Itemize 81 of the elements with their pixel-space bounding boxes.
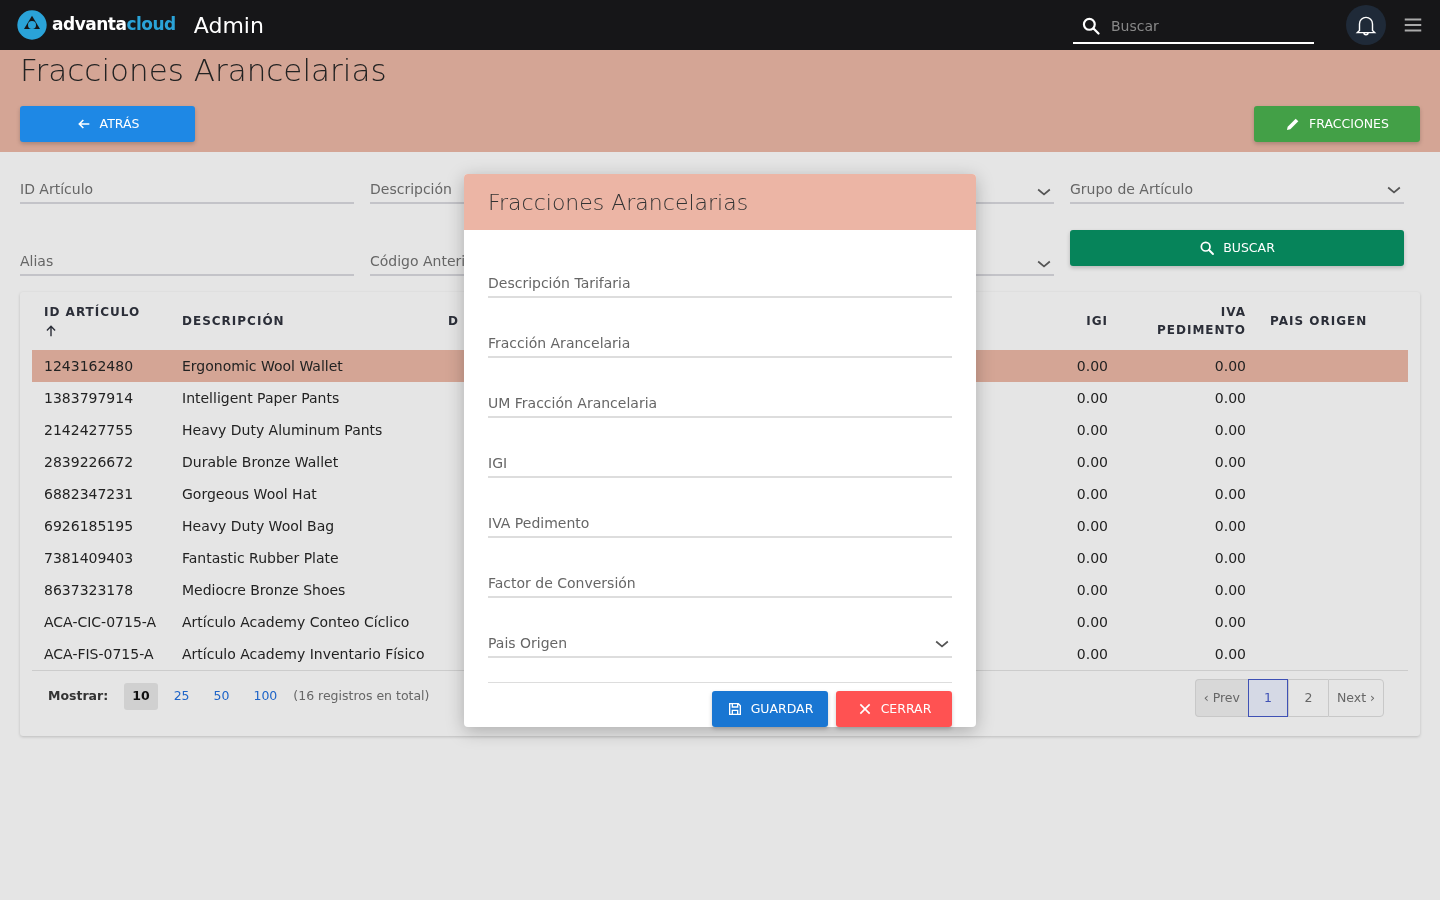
page-size-option[interactable]: 100 — [245, 683, 286, 710]
table-cell: 2142427755 — [44, 421, 134, 438]
table-cell: 0.00 — [1214, 549, 1246, 566]
table-cell: Mediocre Bronze Shoes — [182, 581, 346, 598]
sort-arrow-icon[interactable] — [44, 323, 58, 338]
table-cell: ACA-FIS-0715-A — [44, 645, 154, 662]
total-records: (16 registros en total) — [293, 687, 430, 705]
filter-field[interactable]: Alias — [20, 224, 354, 276]
input-field[interactable]: Fracción Arancelaria — [488, 298, 952, 358]
page-button[interactable]: 2 — [1287, 679, 1328, 717]
input-field[interactable]: IVA Pedimento — [488, 478, 952, 538]
logo-text: advantacloud — [52, 13, 176, 37]
page-button[interactable]: 1 — [1247, 679, 1288, 717]
column-header[interactable]: PAIS ORIGEN — [1270, 312, 1368, 330]
table-cell: 1383797914 — [44, 389, 134, 406]
table-cell: 0.00 — [1214, 645, 1246, 662]
page-title: Fracciones Arancelarias — [20, 51, 388, 90]
table-cell: Gorgeous Wool Hat — [182, 485, 317, 502]
table-cell: 7381409403 — [44, 549, 134, 566]
search-icon — [1199, 240, 1216, 256]
table-cell: Heavy Duty Aluminum Pants — [182, 421, 383, 438]
app-title: Admin — [193, 11, 264, 40]
filter-select[interactable]: Grupo de Artículo — [1070, 152, 1404, 204]
table-cell: 0.00 — [1076, 389, 1108, 406]
input-field[interactable]: Descripción Tarifaria — [488, 238, 952, 298]
table-cell: 0.00 — [1076, 421, 1108, 438]
table-cell: 0.00 — [1076, 613, 1108, 630]
table-cell: 0.00 — [1076, 581, 1108, 598]
table-cell: Artículo Academy Conteo Cíclico — [182, 613, 410, 630]
page-size-option[interactable]: 50 — [205, 683, 238, 710]
table-cell: Artículo Academy Inventario Físico — [182, 645, 425, 662]
column-header[interactable]: IVA PEDIMENTO — [1132, 303, 1246, 339]
table-cell: Heavy Duty Wool Bag — [182, 517, 335, 534]
table-cell: Ergonomic Wool Wallet — [182, 357, 343, 374]
notification-button[interactable] — [1346, 5, 1386, 45]
table-cell: 0.00 — [1214, 517, 1246, 534]
table-cell: 0.00 — [1214, 581, 1246, 598]
show-label: Mostrar: — [48, 687, 109, 705]
page-button[interactable]: Next › — [1327, 679, 1384, 717]
table-cell: 6926185195 — [44, 517, 134, 534]
table-cell: 0.00 — [1214, 485, 1246, 502]
table-cell: 0.00 — [1076, 453, 1108, 470]
table-cell: 6882347231 — [44, 485, 134, 502]
table-cell: 0.00 — [1214, 613, 1246, 630]
input-field[interactable]: IGI — [488, 418, 952, 478]
search-button[interactable]: BUSCAR — [1070, 230, 1404, 266]
table-cell: Durable Bronze Wallet — [182, 453, 339, 470]
logo-icon — [16, 9, 48, 41]
table-cell: 2839226672 — [44, 453, 134, 470]
column-header[interactable]: IGI — [1086, 312, 1108, 330]
modal-title: Fracciones Arancelarias — [464, 174, 976, 230]
column-header[interactable]: ID ARTÍCULO — [44, 303, 141, 321]
floppy-icon — [726, 701, 743, 717]
table-cell: 0.00 — [1214, 453, 1246, 470]
table-cell: 0.00 — [1076, 357, 1108, 374]
column-header[interactable]: DESCRIPCIÓN — [182, 312, 285, 330]
table-cell: 0.00 — [1076, 645, 1108, 662]
save-button[interactable]: GUARDAR — [712, 691, 828, 727]
input-field[interactable]: UM Fracción Arancelaria — [488, 358, 952, 418]
table-cell: 0.00 — [1076, 517, 1108, 534]
filter-field[interactable]: ID Artículo — [20, 152, 354, 204]
table-cell: Fantastic Rubber Plate — [182, 549, 339, 566]
search-icon — [1081, 16, 1101, 36]
search-field[interactable]: Buscar — [1109, 14, 1299, 38]
table-cell: 1243162480 — [44, 357, 134, 374]
select-field[interactable]: Pais Origen — [488, 598, 952, 658]
table-cell: 0.00 — [1076, 549, 1108, 566]
table-cell: 8637323178 — [44, 581, 134, 598]
page-size-option[interactable]: 25 — [165, 683, 198, 710]
table-cell: Intelligent Paper Pants — [182, 389, 340, 406]
table-cell: 0.00 — [1214, 421, 1246, 438]
table-cell: 0.00 — [1076, 485, 1108, 502]
page-size-option[interactable]: 10 — [124, 683, 158, 710]
table-cell: 0.00 — [1214, 357, 1246, 374]
table-cell: 0.00 — [1214, 389, 1246, 406]
fracciones-button[interactable]: FRACCIONES — [1254, 106, 1420, 142]
input-field[interactable]: Factor de Conversión — [488, 538, 952, 598]
table-cell: ACA-CIC-0715-A — [44, 613, 157, 630]
back-button[interactable]: ATRÁS — [20, 106, 195, 142]
column-header[interactable]: D — [448, 312, 459, 330]
close-button[interactable]: CERRAR — [836, 691, 952, 727]
